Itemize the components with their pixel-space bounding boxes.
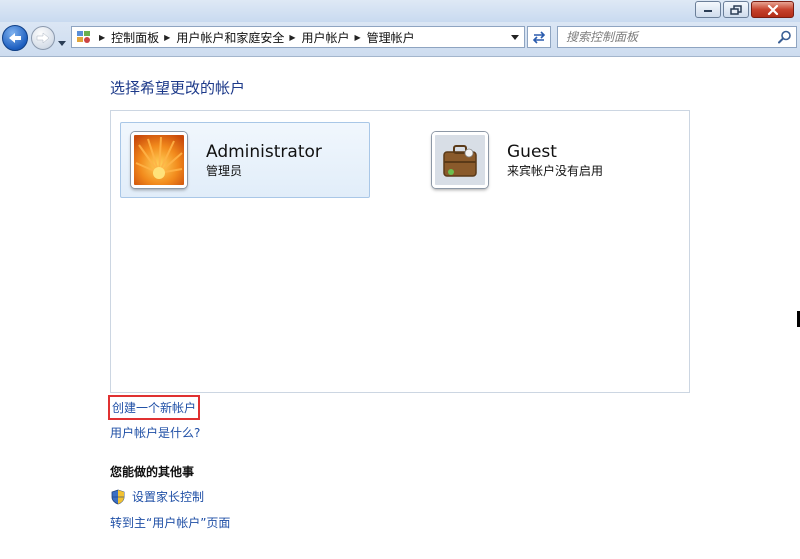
- breadcrumb-user-accounts-family[interactable]: 用户帐户和家庭安全: [176, 29, 284, 46]
- breadcrumb-separator[interactable]: ▶: [99, 33, 105, 42]
- account-text: Guest 来宾帐户没有启用: [507, 141, 604, 178]
- breadcrumb-separator[interactable]: ▶: [289, 33, 295, 42]
- account-role: 管理员: [206, 163, 243, 178]
- account-role: 来宾帐户没有启用: [507, 163, 604, 178]
- search-icon[interactable]: [778, 30, 792, 47]
- account-tile-administrator[interactable]: Administrator 管理员: [120, 122, 370, 198]
- control-panel-icon: [74, 27, 94, 47]
- arrow-right-icon: [36, 32, 50, 44]
- restore-icon: [730, 4, 742, 15]
- account-tile-guest[interactable]: Guest 来宾帐户没有启用: [422, 122, 672, 198]
- navigation-bar: ▶ 控制面板 ▶ 用户帐户和家庭安全 ▶ 用户帐户 ▶ 管理帐户: [0, 22, 800, 57]
- goto-user-accounts-link[interactable]: 转到主“用户帐户”页面: [110, 514, 230, 531]
- chevron-down-icon: [58, 41, 66, 46]
- recent-pages-button[interactable]: [58, 35, 66, 49]
- close-button[interactable]: [751, 1, 794, 18]
- restore-button[interactable]: [723, 1, 749, 18]
- title-bar: [0, 0, 800, 22]
- suitcase-avatar-icon: [432, 132, 488, 188]
- refresh-button[interactable]: [527, 26, 551, 48]
- create-account-link[interactable]: 创建一个新帐户: [108, 395, 201, 420]
- close-icon: [767, 4, 778, 15]
- breadcrumb-manage-accounts[interactable]: 管理帐户: [367, 29, 415, 46]
- shield-icon: [111, 489, 125, 504]
- chevron-down-icon: [511, 34, 519, 40]
- refresh-icon: [532, 31, 546, 44]
- parental-control-item: 设置家长控制: [110, 488, 204, 505]
- account-text: Administrator 管理员: [206, 141, 322, 178]
- parental-control-link[interactable]: 设置家长控制: [132, 488, 204, 505]
- arrow-left-icon: [9, 33, 21, 43]
- search-box[interactable]: [557, 26, 797, 48]
- other-tasks-heading: 您能做的其他事: [110, 465, 195, 479]
- address-bar[interactable]: ▶ 控制面板 ▶ 用户帐户和家庭安全 ▶ 用户帐户 ▶ 管理帐户: [71, 26, 525, 48]
- breadcrumb-user-accounts[interactable]: 用户帐户: [302, 29, 350, 46]
- accounts-panel: Administrator 管理员 Guest 来宾帐户没有启用: [110, 110, 690, 393]
- account-name: Guest: [507, 141, 557, 162]
- account-name: Administrator: [206, 141, 322, 162]
- flower-avatar-icon: [131, 132, 187, 188]
- minimize-icon: [704, 9, 712, 12]
- search-input[interactable]: [566, 28, 776, 46]
- caption-buttons: [695, 1, 794, 18]
- minimize-button[interactable]: [695, 1, 721, 18]
- what-is-user-account-link[interactable]: 用户帐户是什么?: [110, 424, 200, 441]
- forward-button[interactable]: [31, 26, 55, 50]
- page-title: 选择希望更改的帐户: [110, 79, 246, 97]
- breadcrumb-control-panel[interactable]: 控制面板: [111, 29, 159, 46]
- back-button[interactable]: [2, 25, 28, 51]
- address-dropdown-button[interactable]: [508, 27, 522, 47]
- breadcrumb-separator[interactable]: ▶: [164, 33, 170, 42]
- breadcrumb-separator[interactable]: ▶: [355, 33, 361, 42]
